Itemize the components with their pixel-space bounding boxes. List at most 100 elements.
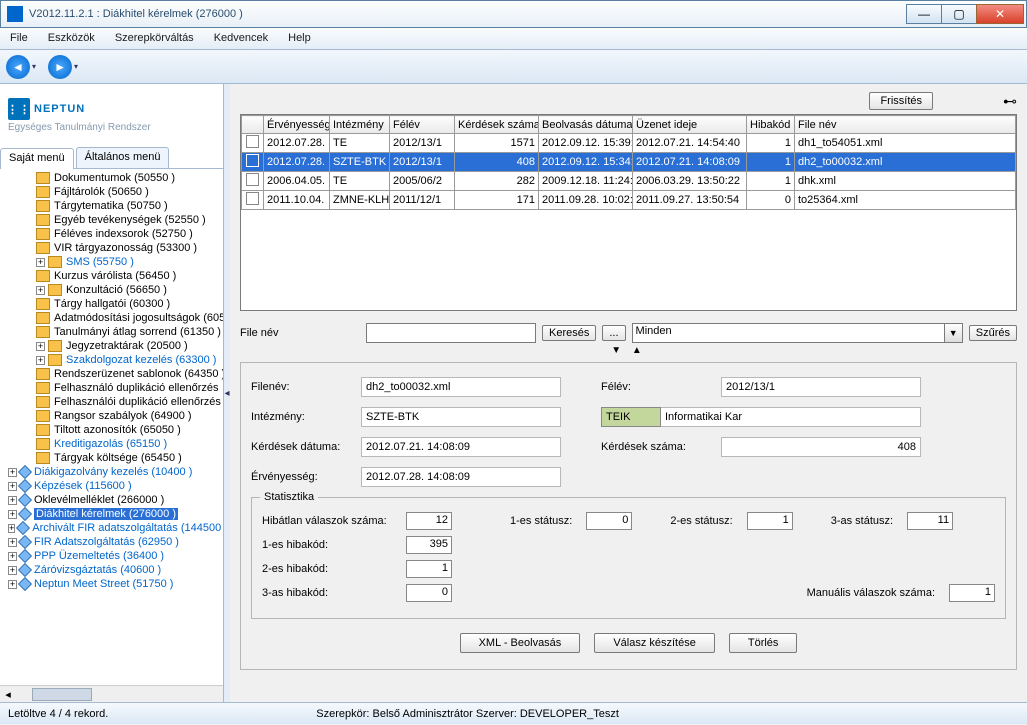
tree-item[interactable]: Tárgyak költsége (65450 ) [0, 451, 223, 465]
tree-item[interactable]: +Oklevélmelléklet (266000 ) [0, 493, 223, 507]
menu-favorites[interactable]: Kedvencek [204, 28, 278, 49]
label-h1: 1-es hibakód: [262, 539, 392, 551]
pin-icon[interactable]: ⊷ [1003, 93, 1017, 110]
row-checkbox[interactable] [246, 135, 259, 148]
grid-row[interactable]: 2012.07.28.TE2012/13/115712012.09.12. 15… [242, 134, 1016, 153]
tree-item[interactable]: +Szakdolgozat kezelés (63300 ) [0, 353, 223, 367]
maximize-button[interactable]: ▢ [941, 4, 977, 24]
tree-item[interactable]: Kreditigazolás (65150 ) [0, 437, 223, 451]
tree-item[interactable]: Tárgy hallgatói (60300 ) [0, 297, 223, 311]
menu-help[interactable]: Help [278, 28, 321, 49]
tree-item[interactable]: +Jegyzetraktárak (20500 ) [0, 339, 223, 353]
expand-icon[interactable]: + [8, 538, 17, 547]
browse-button[interactable]: ... [602, 325, 625, 341]
tree-item[interactable]: +Neptun Meet Street (51750 ) [0, 577, 223, 591]
expand-icon[interactable]: + [36, 342, 45, 351]
folder-icon [36, 326, 50, 338]
expand-icon[interactable]: + [8, 496, 17, 505]
expand-icon[interactable]: + [8, 580, 17, 589]
folder-icon [18, 577, 32, 591]
tree-item[interactable]: Tanulmányi átlag sorrend (61350 ) [0, 325, 223, 339]
expand-icon[interactable]: + [36, 286, 45, 295]
row-checkbox[interactable] [246, 192, 259, 205]
xml-read-button[interactable]: XML - Beolvasás [460, 633, 581, 653]
grid-row[interactable]: 2012.07.28.SZTE-BTK2012/13/14082012.09.1… [242, 153, 1016, 172]
tree-item[interactable]: +PPP Üzemeltetés (36400 ) [0, 549, 223, 563]
expand-icon[interactable]: + [36, 356, 45, 365]
tree-h-scrollbar[interactable]: ◂ [0, 685, 223, 702]
tree-item[interactable]: +Záróvizsgáztatás (40600 ) [0, 563, 223, 577]
grid-header[interactable]: Kérdések száma [455, 116, 539, 134]
minimize-button[interactable]: — [906, 4, 942, 24]
filter-combo-dropdown[interactable]: ▼ [945, 323, 963, 343]
tree-item[interactable]: Rendszerüzenet sablonok (64350 ) [0, 367, 223, 381]
tree-item[interactable]: +Diákigazolvány kezelés (10400 ) [0, 465, 223, 479]
tree-item[interactable]: Adatmódosítási jogosultságok (60500 ) [0, 311, 223, 325]
tree-item-label: Rendszerüzenet sablonok (64350 ) [54, 368, 223, 380]
tree-item[interactable]: Rangsor szabályok (64900 ) [0, 409, 223, 423]
tree-item[interactable]: Tárgytematika (50750 ) [0, 199, 223, 213]
nav-back-button[interactable]: ◄ [6, 55, 30, 79]
tree-item[interactable]: Felhasználó duplikáció ellenőrzés [0, 381, 223, 395]
filter-combo[interactable]: Minden ▼ [632, 323, 963, 343]
refresh-button[interactable]: Frissítés [869, 92, 933, 110]
tree-item[interactable]: Egyéb tevékenységek (52550 ) [0, 213, 223, 227]
row-checkbox[interactable] [246, 173, 259, 186]
value-kerd-szam: 408 [721, 437, 921, 457]
expand-icon[interactable]: + [8, 510, 17, 519]
grid-header[interactable] [242, 116, 264, 134]
tree-item[interactable]: Dokumentumok (50550 ) [0, 171, 223, 185]
grid-header[interactable]: Beolvasás dátuma [539, 116, 633, 134]
answer-create-button[interactable]: Válasz készítése [594, 633, 715, 653]
tree-item[interactable]: Fájltárolók (50650 ) [0, 185, 223, 199]
nav-forward-button[interactable]: ► [48, 55, 72, 79]
grid-row[interactable]: 2006.04.05.TE2005/06/22822009.12.18. 11:… [242, 172, 1016, 191]
close-button[interactable]: ✕ [976, 4, 1024, 24]
tree-item[interactable]: +SMS (55750 ) [0, 255, 223, 269]
tab-own-menu[interactable]: Saját menü [0, 148, 74, 169]
tree-item[interactable]: Féléves indexsorok (52750 ) [0, 227, 223, 241]
tree-item[interactable]: +Archivált FIR adatszolgáltatás (144500 … [0, 521, 223, 535]
grid-header[interactable]: Félév [390, 116, 455, 134]
delete-button[interactable]: Törlés [729, 633, 798, 653]
tree-item[interactable]: +Képzések (115600 ) [0, 479, 223, 493]
tree-item-label: Rangsor szabályok (64900 ) [54, 410, 192, 422]
grid-row[interactable]: 2011.10.04.ZMNE-KLH2011/12/11712011.09.2… [242, 191, 1016, 210]
tree-item[interactable]: VIR tárgyazonosság (53300 ) [0, 241, 223, 255]
tree-item[interactable]: +Konzultáció (56650 ) [0, 283, 223, 297]
tab-general-menu[interactable]: Általános menü [76, 147, 170, 168]
search-button[interactable]: Keresés [542, 325, 596, 341]
tree-item[interactable]: Tiltott azonosítók (65050 ) [0, 423, 223, 437]
results-grid[interactable]: ÉrvényességIntézményFélévKérdések számaB… [240, 114, 1017, 311]
menu-role[interactable]: Szerepkörváltás [105, 28, 204, 49]
expand-icon[interactable]: + [8, 524, 15, 533]
nav-forward-dropdown[interactable]: ▾ [74, 62, 78, 71]
expand-icon[interactable]: + [36, 258, 45, 267]
grid-header[interactable]: Hibakód [747, 116, 795, 134]
grid-nav-arrows[interactable]: ▼ ▲ [240, 345, 1017, 356]
nav-toolbar: ◄ ▾ ► ▾ [0, 50, 1027, 84]
navigation-tree[interactable]: Dokumentumok (50550 )Fájltárolók (50650 … [0, 169, 223, 685]
expand-icon[interactable]: + [8, 468, 17, 477]
tree-item[interactable]: Kurzus várólista (56450 ) [0, 269, 223, 283]
grid-header[interactable]: Érvényesség [264, 116, 330, 134]
filter-button[interactable]: Szűrés [969, 325, 1017, 341]
expand-icon[interactable]: + [8, 482, 17, 491]
tree-item[interactable]: +FIR Adatszolgáltatás (62950 ) [0, 535, 223, 549]
folder-icon [36, 242, 50, 254]
menu-tools[interactable]: Eszközök [38, 28, 105, 49]
tree-item[interactable]: +Diákhitel kérelmek (276000 ) [0, 507, 223, 521]
menu-bar: File Eszközök Szerepkörváltás Kedvencek … [0, 28, 1027, 50]
nav-back-dropdown[interactable]: ▾ [32, 62, 36, 71]
folder-icon [36, 200, 50, 212]
menu-file[interactable]: File [0, 28, 38, 49]
grid-header[interactable]: Intézmény [330, 116, 390, 134]
filename-input[interactable] [366, 323, 536, 343]
expand-icon[interactable]: + [8, 566, 17, 575]
row-checkbox[interactable] [246, 154, 259, 167]
expand-icon[interactable]: + [8, 552, 17, 561]
grid-header[interactable]: Üzenet ideje [633, 116, 747, 134]
filter-combo-value[interactable]: Minden [632, 323, 945, 343]
tree-item[interactable]: Felhasználói duplikáció ellenőrzés [0, 395, 223, 409]
grid-header[interactable]: File név [795, 116, 1016, 134]
